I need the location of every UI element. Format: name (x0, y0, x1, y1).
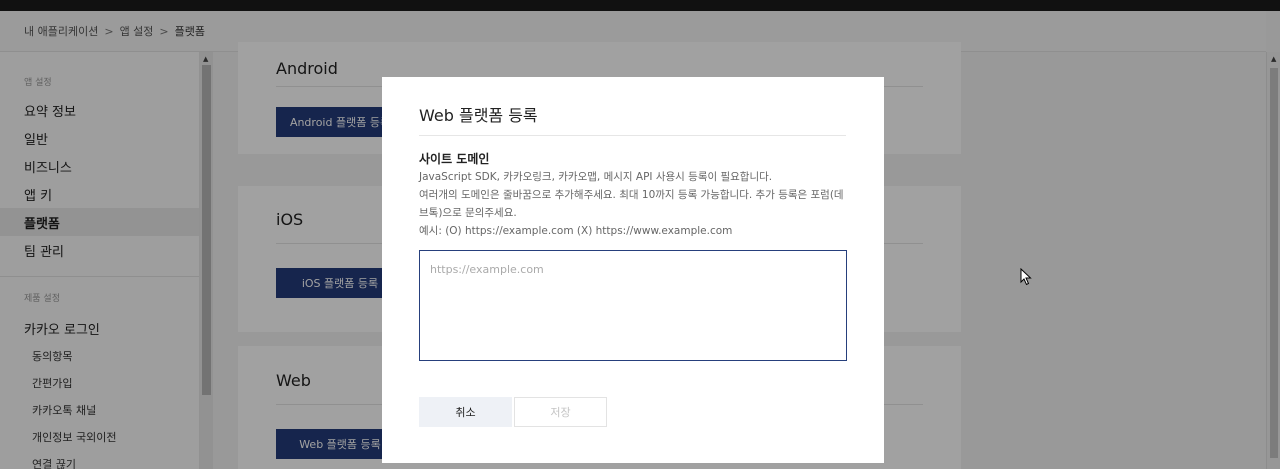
modal-description-line1: JavaScript SDK, 카카오링크, 카카오맵, 메시지 API 사용시… (419, 171, 773, 183)
modal-divider (419, 135, 846, 136)
site-domain-label: 사이트 도메인 (419, 152, 490, 166)
save-button[interactable]: 저장 (514, 397, 607, 427)
modal-description-example: 예시: (O) https://example.com (X) https://… (419, 225, 733, 237)
modal-description-line2: 여러개의 도메인은 줄바꿈으로 추가해주세요. 최대 10까지 등록 가능합니다… (419, 189, 844, 219)
modal-title: Web 플랫폼 등록 (419, 106, 538, 125)
site-domain-input[interactable] (419, 250, 847, 361)
cancel-button[interactable]: 취소 (419, 397, 512, 427)
web-platform-modal: Web 플랫폼 등록 사이트 도메인 JavaScript SDK, 카카오링크… (382, 77, 884, 463)
mouse-cursor-icon (1020, 268, 1032, 286)
